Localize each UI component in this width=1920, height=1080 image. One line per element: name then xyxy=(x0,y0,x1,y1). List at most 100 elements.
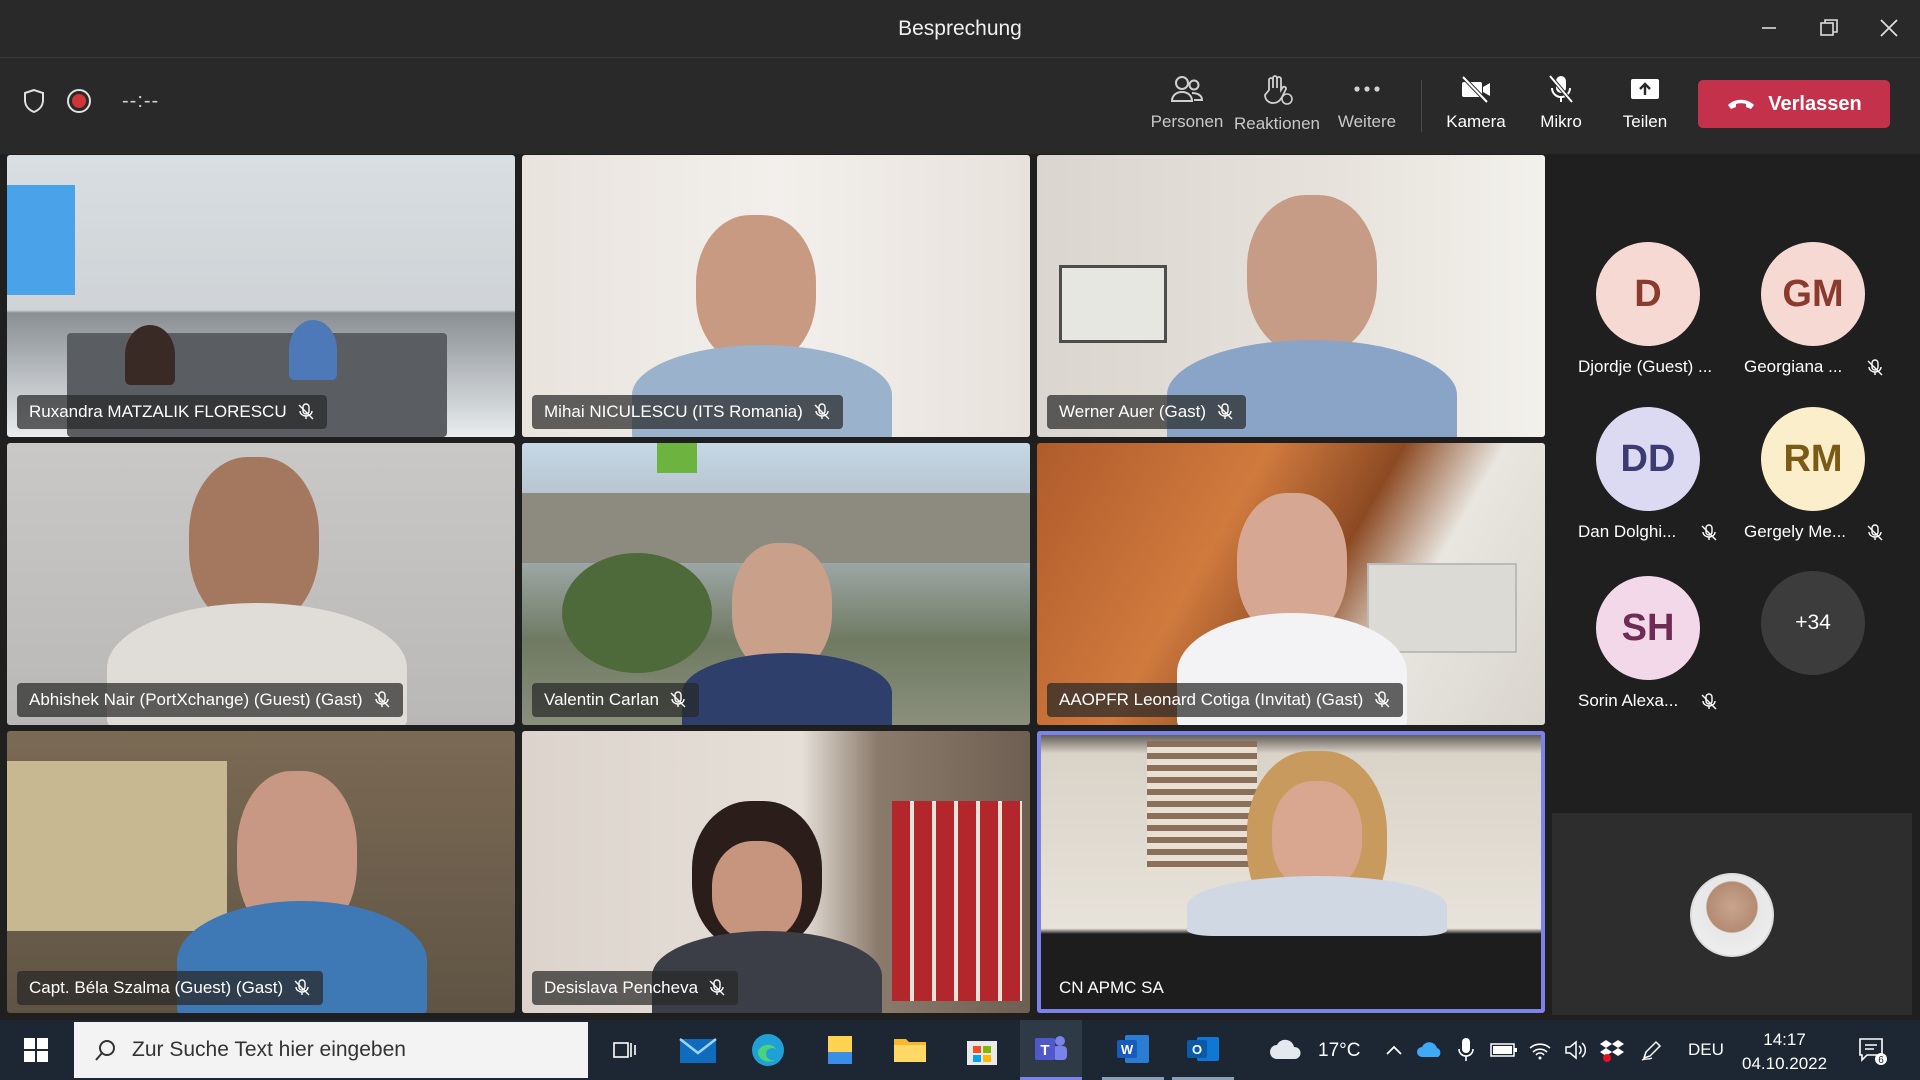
participant-name-tag: Mihai NICULESCU (ITS Romania) xyxy=(532,395,843,429)
dropbox-icon xyxy=(1600,1040,1624,1062)
video-tile[interactable]: Valentin Carlan xyxy=(522,443,1030,725)
wifi-tray[interactable] xyxy=(1520,1030,1560,1070)
notification-count: 6 xyxy=(1878,1055,1884,1065)
share-button[interactable]: Teilen xyxy=(1600,74,1690,140)
more-button[interactable]: Weitere xyxy=(1322,74,1412,140)
video-tile[interactable]: Mihai NICULESCU (ITS Romania) xyxy=(522,155,1030,437)
close-button[interactable] xyxy=(1866,10,1912,46)
mail-app[interactable] xyxy=(678,1030,718,1070)
onedrive-icon xyxy=(1417,1042,1441,1057)
speaker-icon xyxy=(1565,1040,1587,1060)
participant-top xyxy=(1187,876,1447,936)
taskbar-clock[interactable]: 14:17 04.10.2022 xyxy=(1742,1028,1827,1076)
participant-avatar[interactable]: D xyxy=(1596,242,1700,346)
participant-name-tag: Capt. Béla Szalma (Guest) (Gast) xyxy=(17,971,324,1005)
mic-off-icon xyxy=(1867,524,1883,541)
word-app[interactable]: W xyxy=(1102,1020,1164,1080)
participant-face xyxy=(189,457,319,627)
weather-temp: 17°C xyxy=(1318,1040,1361,1061)
avatar-initials: RM xyxy=(1783,437,1843,480)
onedrive-tray[interactable] xyxy=(1410,1030,1450,1070)
people-button[interactable]: Personen xyxy=(1142,74,1232,140)
video-tile-active-speaker[interactable]: CN APMC SA xyxy=(1037,731,1545,1013)
window-title: Besprechung xyxy=(898,17,1022,40)
tray-overflow-button[interactable] xyxy=(1374,1030,1414,1070)
video-tile[interactable]: Werner Auer (Gast) xyxy=(1037,155,1545,437)
participant-avatar[interactable]: SH xyxy=(1596,576,1700,680)
store-app[interactable] xyxy=(962,1030,1002,1070)
participant-name: CN APMC SA xyxy=(1059,978,1164,997)
clock-date: 04.10.2022 xyxy=(1742,1054,1828,1073)
search-placeholder: Zur Suche Text hier eingeben xyxy=(132,1038,406,1061)
pen-icon xyxy=(1641,1040,1662,1061)
notification-center-button[interactable]: 6 xyxy=(1852,1030,1892,1070)
mic-off-icon xyxy=(670,691,686,708)
leave-button[interactable]: Verlassen xyxy=(1698,80,1890,128)
minimize-button[interactable] xyxy=(1746,10,1792,46)
svg-text:T: T xyxy=(1040,1042,1049,1059)
edge-app[interactable] xyxy=(748,1030,788,1070)
file-app[interactable] xyxy=(820,1030,860,1070)
weather-widget[interactable] xyxy=(1266,1030,1306,1070)
self-avatar xyxy=(1690,873,1774,957)
close-icon xyxy=(1880,19,1898,37)
printer-scene xyxy=(1367,563,1517,653)
participant-face xyxy=(1247,195,1377,355)
input-language[interactable]: DEU xyxy=(1688,1040,1724,1060)
shield-icon[interactable] xyxy=(22,88,46,114)
participant-name: Djordje (Guest) ... xyxy=(1578,357,1713,376)
participant-name: Ruxandra MATZALIK FLORESCU xyxy=(29,402,287,421)
participant-name-tag: AAOPFR Leonard Cotiga (Invitat) (Gast) xyxy=(1047,683,1404,717)
mic-off-icon xyxy=(1548,74,1574,104)
camera-button[interactable]: Kamera xyxy=(1431,74,1521,140)
participant-name: Abhishek Nair (PortXchange) (Guest) (Gas… xyxy=(29,690,363,709)
file-explorer-app[interactable] xyxy=(890,1030,930,1070)
avatar-initials: D xyxy=(1634,272,1662,315)
outlook-app[interactable]: O xyxy=(1172,1020,1234,1080)
participant-name: Capt. Béla Szalma (Guest) (Gast) xyxy=(29,978,284,997)
participant-name: Mihai NICULESCU (ITS Romania) xyxy=(544,402,803,421)
word-icon: W xyxy=(1117,1034,1149,1063)
mic-button[interactable]: Mikro xyxy=(1516,74,1606,140)
avatar-initials: GM xyxy=(1782,272,1844,315)
participant-name: Dan Dolghi... xyxy=(1578,522,1677,541)
video-tile[interactable]: Capt. Béla Szalma (Guest) (Gast) xyxy=(7,731,515,1013)
task-view-button[interactable] xyxy=(604,1030,644,1070)
microphone-tray[interactable] xyxy=(1446,1030,1486,1070)
microphone-icon xyxy=(1458,1038,1474,1061)
volume-tray[interactable] xyxy=(1556,1030,1596,1070)
participant-name: Valentin Carlan xyxy=(544,690,659,709)
participant-name: Desislava Pencheva xyxy=(544,978,699,997)
pen-tray[interactable] xyxy=(1632,1030,1672,1070)
hang-up-icon xyxy=(1728,99,1755,109)
participant-avatar[interactable]: RM xyxy=(1761,407,1865,511)
participant-figure xyxy=(289,320,337,380)
maximize-button[interactable] xyxy=(1806,10,1852,46)
svg-text:O: O xyxy=(1192,1042,1202,1057)
participant-avatar[interactable]: GM xyxy=(1761,242,1865,346)
dropbox-tray[interactable] xyxy=(1592,1030,1632,1070)
teams-app-active[interactable]: T xyxy=(1020,1020,1082,1080)
start-button[interactable] xyxy=(16,1030,56,1070)
video-tile[interactable]: Abhishek Nair (PortXchange) (Guest) (Gas… xyxy=(7,443,515,725)
video-tile[interactable]: Desislava Pencheva xyxy=(522,731,1030,1013)
participant-figure xyxy=(125,325,175,385)
battery-tray[interactable] xyxy=(1484,1030,1524,1070)
folder-icon xyxy=(894,1039,926,1062)
video-tile[interactable]: AAOPFR Leonard Cotiga (Invitat) (Gast) xyxy=(1037,443,1545,725)
participant-avatar[interactable]: DD xyxy=(1596,407,1700,511)
camera-off-icon xyxy=(1461,75,1490,104)
notification-icon: 6 xyxy=(1859,1038,1887,1065)
meeting-toolbar: --:-- Personen Reaktionen Weitere Kamera… xyxy=(0,58,1920,154)
mic-off-icon xyxy=(294,979,310,996)
video-tile[interactable]: Ruxandra MATZALIK FLORESCU xyxy=(7,155,515,437)
participant-name: Werner Auer (Gast) xyxy=(1059,402,1207,421)
reactions-button[interactable]: Reaktionen xyxy=(1232,74,1322,140)
taskbar-search[interactable]: Zur Suche Text hier eingeben xyxy=(74,1022,588,1078)
self-view[interactable] xyxy=(1552,813,1912,1015)
folder-sticky-icon xyxy=(828,1036,852,1064)
participant-name-tag: Werner Auer (Gast) xyxy=(1047,395,1247,429)
map-scene xyxy=(7,761,227,931)
participant-name-tag: Ruxandra MATZALIK FLORESCU xyxy=(17,395,327,429)
more-participants-button[interactable]: +34 xyxy=(1761,571,1865,675)
